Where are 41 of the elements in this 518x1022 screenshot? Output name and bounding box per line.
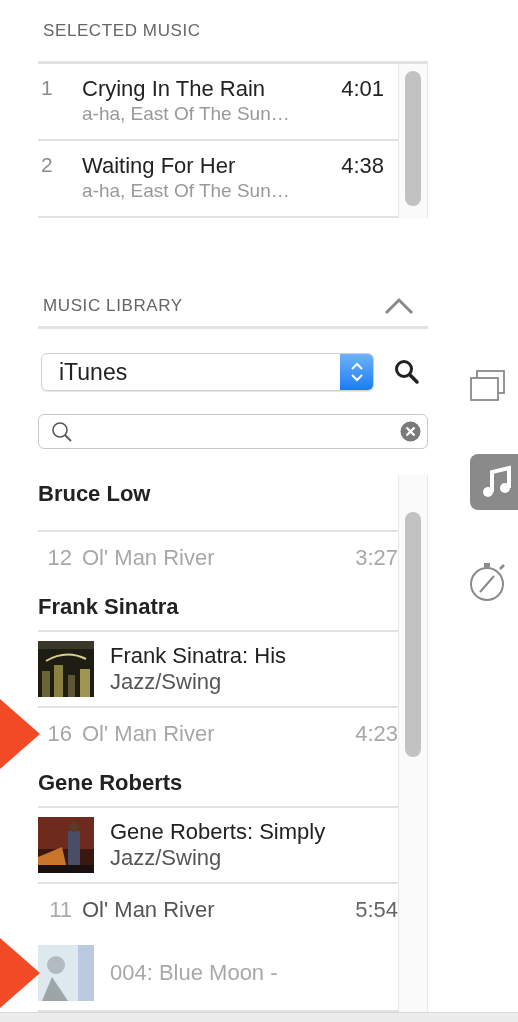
track-duration: 4:38 bbox=[341, 153, 384, 179]
search-icon bbox=[51, 420, 73, 443]
track-number: 1 bbox=[40, 76, 54, 100]
source-dropdown[interactable]: iTunes bbox=[41, 353, 374, 391]
track-title: Ol' Man River bbox=[82, 897, 216, 923]
search-icon[interactable] bbox=[394, 359, 420, 385]
album-row[interactable]: Gene Roberts: Simply Jazz/Swing bbox=[38, 808, 398, 884]
track-title: Crying In The Rain bbox=[82, 76, 266, 102]
track-duration: 5:54 bbox=[355, 897, 398, 923]
scrollbar-thumb[interactable] bbox=[405, 71, 421, 206]
track-number: 12 bbox=[46, 545, 73, 571]
music-tab[interactable] bbox=[470, 454, 518, 510]
track-duration: 4:01 bbox=[341, 76, 384, 102]
album-title: 004: Blue Moon - bbox=[110, 960, 278, 986]
collapse-caret-icon[interactable] bbox=[384, 297, 414, 315]
search-field[interactable] bbox=[38, 414, 428, 449]
album-genre: Jazz/Swing bbox=[110, 845, 223, 871]
scrollbar-thumb[interactable] bbox=[405, 512, 421, 757]
section-title: SELECTED MUSIC bbox=[43, 21, 202, 42]
track-title: Ol' Man River bbox=[82, 721, 216, 747]
windows-icon bbox=[470, 370, 506, 402]
album-title: Gene Roberts: Simply bbox=[110, 819, 326, 845]
track-title: Waiting For Her bbox=[82, 153, 237, 179]
album-row[interactable]: Frank Sinatra: His Jazz/Swing bbox=[38, 632, 398, 708]
track-number: 11 bbox=[48, 897, 73, 923]
track-title: Ol' Man River bbox=[82, 545, 216, 571]
windows-tab[interactable] bbox=[470, 370, 506, 402]
album-genre: Jazz/Swing bbox=[110, 669, 223, 695]
section-title: MUSIC LIBRARY bbox=[43, 296, 183, 316]
track-duration: 3:27 bbox=[355, 545, 398, 571]
up-down-arrows-icon bbox=[349, 360, 364, 384]
stopwatch-icon bbox=[469, 562, 507, 602]
timer-tab[interactable] bbox=[469, 562, 507, 602]
track-row[interactable]: 11 Ol' Man River 5:54 bbox=[38, 884, 398, 936]
track-number: 16 bbox=[46, 721, 73, 747]
album-title: Frank Sinatra: His bbox=[110, 643, 287, 669]
track-number: 2 bbox=[40, 153, 54, 177]
clear-icon[interactable] bbox=[400, 421, 421, 442]
track-artist: a-ha, East Of The Sun… bbox=[82, 179, 291, 203]
track-artist: a-ha, East Of The Sun… bbox=[82, 102, 291, 126]
track-duration: 4:23 bbox=[355, 721, 398, 747]
